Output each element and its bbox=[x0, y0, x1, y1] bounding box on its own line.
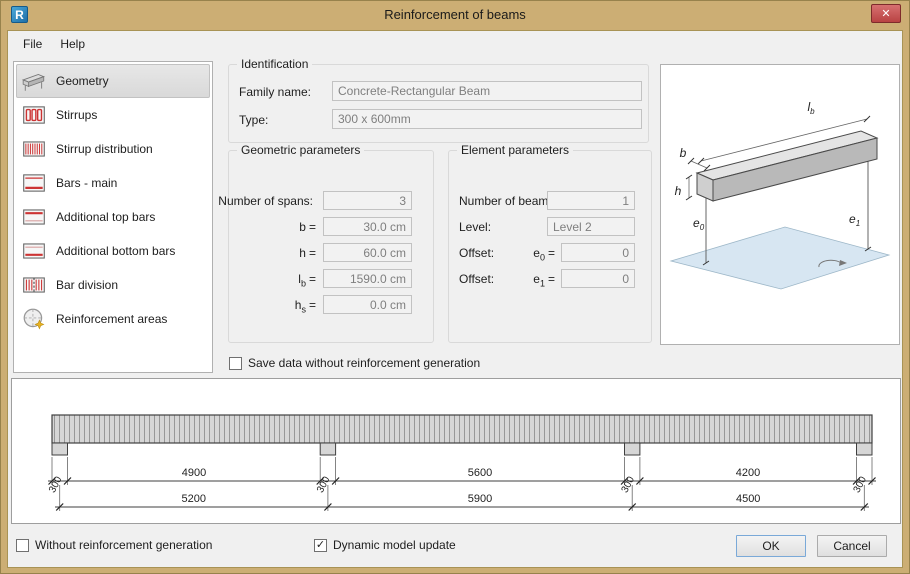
beam-3d-sketch: lb b h e0 e1 bbox=[669, 100, 891, 290]
total-dimension-label: 5200 bbox=[182, 493, 206, 505]
main-bars-icon bbox=[21, 170, 47, 196]
close-button[interactable]: ✕ bbox=[871, 4, 901, 23]
dynamic-model-update-checkbox-label: Dynamic model update bbox=[333, 538, 456, 552]
preview-h-label: h bbox=[675, 184, 682, 198]
beam-elevation-panel: 4900 5600 4200 300 300 300 300 5200 5900… bbox=[11, 378, 901, 524]
stirrup-distribution-icon bbox=[21, 136, 47, 162]
span-dimension-label: 5600 bbox=[468, 467, 492, 479]
save-data-checkbox-label: Save data without reinforcement generati… bbox=[248, 356, 481, 370]
sidebar-item-label: Bars - main bbox=[56, 176, 118, 190]
additional-bottom-bars-icon bbox=[21, 238, 47, 264]
menu-file[interactable]: File bbox=[14, 33, 51, 55]
titlebar[interactable]: R Reinforcement of beams ✕ bbox=[2, 1, 908, 29]
offset-e0-label: Offset: bbox=[459, 246, 495, 260]
identification-group-title: Identification bbox=[237, 57, 313, 71]
level-field: Level 2 bbox=[547, 217, 635, 236]
ok-button[interactable]: OK bbox=[736, 535, 806, 557]
stirrups-icon bbox=[21, 102, 47, 128]
lb-field: 1590.0 cm bbox=[323, 269, 412, 288]
save-data-checkbox[interactable]: Save data without reinforcement generati… bbox=[229, 356, 480, 370]
family-name-label: Family name: bbox=[239, 85, 312, 99]
reinforcement-areas-icon bbox=[21, 306, 47, 332]
support-width-label: 300 bbox=[620, 474, 638, 494]
lb-label: lb = bbox=[298, 272, 316, 289]
sidebar-item-label: Stirrups bbox=[56, 108, 98, 122]
window-title: Reinforcement of beams bbox=[384, 7, 526, 22]
without-reinforcement-checkbox-label: Without reinforcement generation bbox=[35, 538, 213, 552]
sidebar-item-bar-division[interactable]: Bar division bbox=[16, 268, 210, 302]
dynamic-model-update-checkbox[interactable]: ✓ Dynamic model update bbox=[314, 538, 456, 552]
bar-division-icon bbox=[21, 272, 47, 298]
element-parameters-group: Element parameters Number of beams: 1 Le… bbox=[448, 143, 652, 343]
beam-geometry-icon bbox=[21, 68, 47, 94]
level-label: Level: bbox=[459, 220, 492, 234]
family-name-field: Concrete-Rectangular Beam bbox=[332, 81, 642, 101]
offset-e0-field: 0 bbox=[561, 243, 635, 262]
menubar: File Help bbox=[8, 31, 902, 57]
save-data-checkbox-box bbox=[229, 356, 242, 370]
preview-e0-label: e0 bbox=[693, 216, 705, 232]
cancel-button[interactable]: Cancel bbox=[817, 535, 887, 557]
type-field: 300 x 600mm bbox=[332, 109, 642, 129]
span-dimension-label: 4900 bbox=[182, 467, 206, 479]
beam-elevation-drawing: 4900 5600 4200 300 300 300 300 5200 5900… bbox=[47, 414, 876, 511]
beam-preview-panel: lb b h e0 e1 bbox=[660, 64, 900, 345]
hs-label: hs = bbox=[294, 298, 316, 315]
sidebar-item-bars-main[interactable]: Bars - main bbox=[16, 166, 210, 200]
offset-e1-field: 0 bbox=[561, 269, 635, 288]
type-label: Type: bbox=[239, 113, 269, 127]
sidebar-item-label: Geometry bbox=[56, 74, 109, 88]
e0-var-label: e0 = bbox=[533, 246, 555, 263]
span-dimension-label: 4200 bbox=[736, 467, 760, 479]
preview-b-label: b bbox=[680, 146, 687, 160]
additional-top-bars-icon bbox=[21, 204, 47, 230]
sidebar-item-label: Stirrup distribution bbox=[56, 142, 153, 156]
sidebar-item-label: Additional top bars bbox=[56, 210, 156, 224]
sidebar-item-additional-top-bars[interactable]: Additional top bars bbox=[16, 200, 210, 234]
number-of-spans-field: 3 bbox=[323, 191, 412, 210]
geometric-parameters-group: Geometric parameters Number of spans: 3 … bbox=[218, 143, 434, 343]
geometric-parameters-title: Geometric parameters bbox=[237, 143, 365, 157]
total-dimension-label: 5900 bbox=[468, 493, 492, 505]
sidebar-item-reinforcement-areas[interactable]: Reinforcement areas bbox=[16, 302, 210, 336]
menu-help[interactable]: Help bbox=[51, 33, 94, 55]
without-reinforcement-checkbox-box bbox=[16, 538, 29, 552]
sidebar-item-label: Bar division bbox=[56, 278, 119, 292]
close-icon: ✕ bbox=[881, 8, 891, 20]
dialog-window: R Reinforcement of beams ✕ File Help Geo… bbox=[0, 0, 910, 574]
offset-e1-label: Offset: bbox=[459, 272, 495, 286]
b-label: b = bbox=[299, 220, 316, 234]
support-width-label: 300 bbox=[852, 474, 870, 494]
h-field: 60.0 cm bbox=[323, 243, 412, 262]
b-field: 30.0 cm bbox=[323, 217, 412, 236]
without-reinforcement-checkbox[interactable]: Without reinforcement generation bbox=[16, 538, 212, 552]
checkmark-icon: ✓ bbox=[315, 538, 326, 551]
sidebar-item-additional-bottom-bars[interactable]: Additional bottom bars bbox=[16, 234, 210, 268]
number-of-beams-field: 1 bbox=[547, 191, 635, 210]
hs-field: 0.0 cm bbox=[323, 295, 412, 314]
sidebar-item-stirrups[interactable]: Stirrups bbox=[16, 98, 210, 132]
total-dimension-label: 4500 bbox=[736, 493, 760, 505]
e1-var-label: e1 = bbox=[533, 272, 555, 289]
dialog-client-area: File Help Geometry Stirrups Stirrup dist… bbox=[7, 30, 903, 568]
sidebar-item-stirrup-distribution[interactable]: Stirrup distribution bbox=[16, 132, 210, 166]
number-of-beams-label: Number of beams: bbox=[459, 194, 558, 208]
h-label: h = bbox=[299, 246, 316, 260]
element-parameters-title: Element parameters bbox=[457, 143, 574, 157]
preview-e1-label: e1 bbox=[849, 212, 860, 228]
sidebar-item-label: Reinforcement areas bbox=[56, 312, 168, 326]
sidebar-item-geometry[interactable]: Geometry bbox=[16, 64, 210, 98]
preview-lb-label: lb bbox=[807, 100, 815, 116]
number-of-spans-label: Number of spans: bbox=[218, 194, 313, 208]
support-width-label: 300 bbox=[47, 474, 65, 494]
support-width-label: 300 bbox=[315, 474, 333, 494]
category-list: Geometry Stirrups Stirrup distribution B… bbox=[13, 61, 213, 373]
sidebar-item-label: Additional bottom bars bbox=[56, 244, 176, 258]
dynamic-model-update-checkbox-box: ✓ bbox=[314, 538, 327, 552]
identification-group: Identification Family name: Concrete-Rec… bbox=[228, 57, 649, 143]
